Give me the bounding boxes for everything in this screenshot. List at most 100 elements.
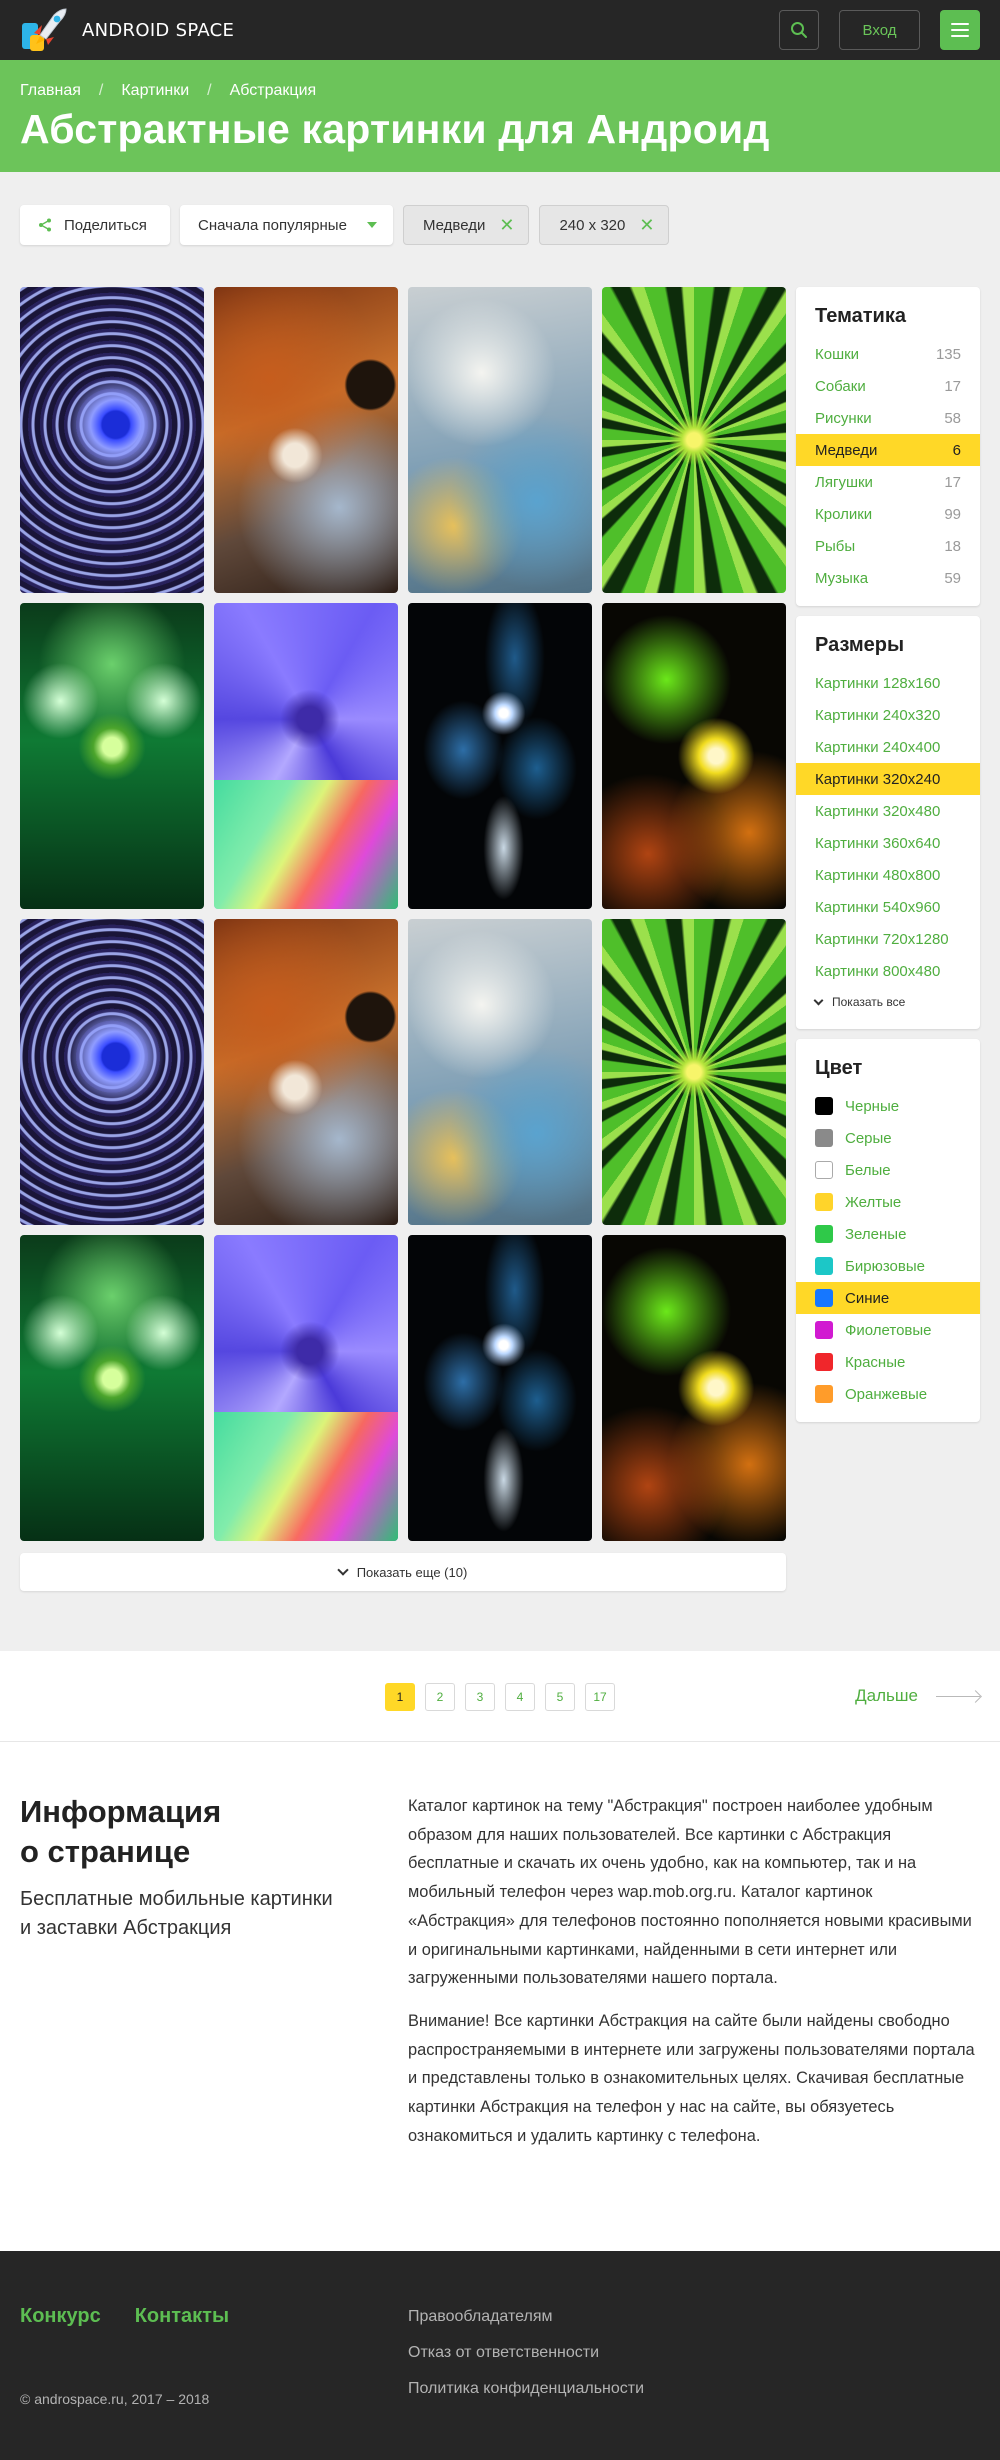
footer-link-contest[interactable]: Конкурс	[20, 2305, 101, 2328]
color-item-yellow[interactable]: Желтые	[796, 1186, 980, 1218]
show-all-sizes-button[interactable]: Показать все	[796, 987, 980, 1017]
topic-item-drawings[interactable]: Рисунки 58	[796, 402, 980, 434]
arrow-right-icon	[936, 1695, 980, 1697]
filter-tag-label: Медведи	[423, 216, 486, 234]
wallpaper-thumbnail[interactable]	[20, 919, 204, 1225]
brand-name: ANDROID SPACE	[82, 19, 235, 41]
size-item[interactable]: Картинки 240x400	[796, 731, 980, 763]
topic-label: Медведи	[815, 441, 878, 459]
wallpaper-thumbnail[interactable]	[408, 919, 592, 1225]
page-button-2[interactable]: 2	[425, 1683, 455, 1711]
filter-tag-label: 240 x 320	[559, 216, 626, 234]
topic-item-cats[interactable]: Кошки 135	[796, 338, 980, 370]
size-item[interactable]: Картинки 360x640	[796, 827, 980, 859]
topic-item-fish[interactable]: Рыбы 18	[796, 530, 980, 562]
breadcrumb-pictures[interactable]: Картинки	[121, 82, 189, 100]
size-item[interactable]: Картинки 800x480	[796, 955, 980, 987]
size-item[interactable]: Картинки 240x320	[796, 699, 980, 731]
main-content: Показать еще (10) Тематика Кошки 135 Соба…	[0, 287, 1000, 1591]
size-item[interactable]: Картинки 720x1280	[796, 923, 980, 955]
sizes-card: Размеры Картинки 128x160 Картинки 240x32…	[796, 616, 980, 1029]
page-button-last[interactable]: 17	[585, 1683, 615, 1711]
remove-filter-icon[interactable]: ✕	[499, 216, 514, 234]
wallpaper-thumbnail[interactable]	[20, 287, 204, 593]
color-item-blue[interactable]: Синие	[796, 1282, 980, 1314]
color-item-white[interactable]: Белые	[796, 1154, 980, 1186]
topic-item-rabbits[interactable]: Кролики 99	[796, 498, 980, 530]
topic-item-bears[interactable]: Медведи 6	[796, 434, 980, 466]
wallpaper-thumbnail[interactable]	[602, 1235, 786, 1541]
show-more-label: Показать еще (10)	[356, 1564, 468, 1580]
share-label: Поделиться	[64, 216, 147, 234]
color-item-turquoise[interactable]: Бирюзовые	[796, 1250, 980, 1282]
footer-link-privacy[interactable]: Политика конфиденциальности	[408, 2380, 644, 2398]
topic-count: 17	[944, 473, 961, 491]
color-item-green[interactable]: Зеленые	[796, 1218, 980, 1250]
search-button[interactable]	[779, 10, 819, 50]
wallpaper-thumbnail[interactable]	[214, 1235, 398, 1541]
size-item[interactable]: Картинки 320x480	[796, 795, 980, 827]
color-item-violet[interactable]: Фиолетовые	[796, 1314, 980, 1346]
page-button-1[interactable]: 1	[385, 1683, 415, 1711]
wallpaper-thumbnail[interactable]	[408, 603, 592, 909]
color-swatch	[815, 1161, 833, 1179]
sort-select[interactable]: Сначала популярные	[180, 205, 393, 245]
pagination: 1 2 3 4 5 17 Дальше	[0, 1651, 1000, 1742]
wallpaper-thumbnail[interactable]	[408, 1235, 592, 1541]
topic-count: 17	[944, 377, 961, 395]
filter-bar: Поделиться Сначала популярные Медведи ✕ …	[0, 172, 1000, 287]
wallpaper-thumbnail[interactable]	[214, 919, 398, 1225]
footer: Конкурс Контакты © androspace.ru, 2017 –…	[0, 2251, 1000, 2460]
sizes-title: Размеры	[815, 634, 905, 656]
color-item-black[interactable]: Черные	[796, 1090, 980, 1122]
info-title-line: о странице	[20, 1834, 191, 1870]
color-item-red[interactable]: Красные	[796, 1346, 980, 1378]
topic-item-frogs[interactable]: Лягушки 17	[796, 466, 980, 498]
breadcrumb-home[interactable]: Главная	[20, 82, 81, 100]
show-all-label: Показать все	[832, 995, 906, 1009]
wallpaper-thumbnail[interactable]	[408, 287, 592, 593]
logo-link[interactable]: ANDROID SPACE	[20, 5, 234, 55]
menu-button[interactable]	[940, 10, 980, 50]
remove-filter-icon[interactable]: ✕	[639, 216, 654, 234]
wallpaper-thumbnail[interactable]	[214, 603, 398, 909]
size-item[interactable]: Картинки 540x960	[796, 891, 980, 923]
topic-item-dogs[interactable]: Собаки 17	[796, 370, 980, 402]
topic-count: 58	[944, 409, 961, 427]
info-subtitle: Бесплатные мобильные картинки и заставки…	[20, 1885, 408, 1943]
next-page-link[interactable]: Дальше	[855, 1686, 980, 1706]
footer-link-disclaimer[interactable]: Отказ от ответственности	[408, 2344, 644, 2362]
footer-link-contacts[interactable]: Контакты	[135, 2305, 229, 2328]
breadcrumb-abstraction[interactable]: Абстракция	[230, 82, 317, 100]
page-info: Информация о странице Бесплатные мобильн…	[0, 1742, 1000, 2251]
wallpaper-thumbnail[interactable]	[20, 1235, 204, 1541]
footer-link-rightholders[interactable]: Правообладателям	[408, 2308, 644, 2326]
share-button[interactable]: Поделиться	[20, 205, 170, 245]
next-label: Дальше	[855, 1686, 918, 1705]
caret-down-icon	[367, 222, 377, 228]
color-item-grey[interactable]: Серые	[796, 1122, 980, 1154]
copyright: © androspace.ru, 2017 – 2018	[20, 2391, 210, 2407]
sort-label: Сначала популярные	[198, 216, 347, 234]
page-header: Главная / Картинки / Абстракция Абстракт…	[0, 60, 1000, 172]
page-title: Абстрактные картинки для Андроид	[20, 106, 770, 152]
wallpaper-thumbnail[interactable]	[602, 603, 786, 909]
size-item[interactable]: Картинки 480x800	[796, 859, 980, 891]
wallpaper-thumbnail[interactable]	[214, 287, 398, 593]
show-more-button[interactable]: Показать еще (10)	[20, 1553, 786, 1591]
color-label: Белые	[845, 1161, 891, 1179]
color-label: Красные	[845, 1353, 906, 1371]
size-item[interactable]: Картинки 320x240	[796, 763, 980, 795]
topic-item-music[interactable]: Музыка 59	[796, 562, 980, 594]
color-swatch	[815, 1193, 833, 1211]
login-button[interactable]: Вход	[839, 10, 920, 50]
wallpaper-thumbnail[interactable]	[602, 919, 786, 1225]
size-item[interactable]: Картинки 128x160	[796, 667, 980, 699]
page-button-3[interactable]: 3	[465, 1683, 495, 1711]
color-label: Бирюзовые	[845, 1257, 925, 1275]
wallpaper-thumbnail[interactable]	[20, 603, 204, 909]
page-button-5[interactable]: 5	[545, 1683, 575, 1711]
page-button-4[interactable]: 4	[505, 1683, 535, 1711]
color-item-orange[interactable]: Оранжевые	[796, 1378, 980, 1410]
wallpaper-thumbnail[interactable]	[602, 287, 786, 593]
